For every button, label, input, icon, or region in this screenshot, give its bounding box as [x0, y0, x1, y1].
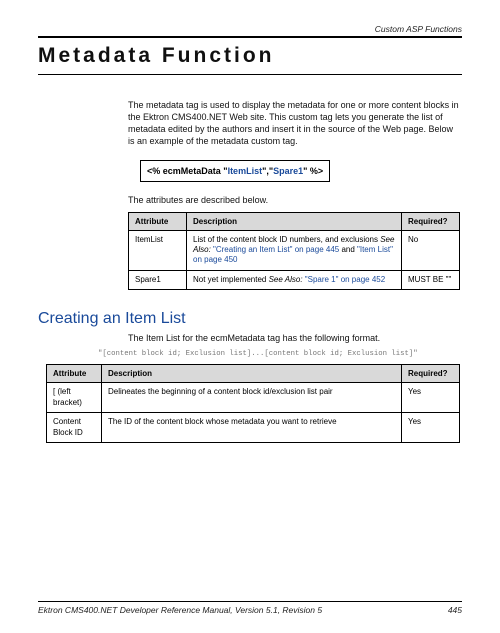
page-footer: Ektron CMS400.NET Developer Reference Ma…: [38, 601, 462, 615]
see-also: See Also:: [269, 275, 305, 284]
col-description: Description: [187, 212, 402, 230]
section-heading: Creating an Item List: [38, 310, 462, 328]
footer-title: Ektron CMS400.NET Developer Reference Ma…: [38, 605, 322, 615]
table-header-row: Attribute Description Required?: [47, 365, 460, 383]
page-number: 445: [448, 605, 462, 615]
rule-under-title: [38, 74, 462, 75]
col-required: Required?: [402, 365, 460, 383]
code-example-box: <% ecmMetaData "ItemList","Spare1" %>: [128, 156, 462, 186]
cell-desc: Delineates the beginning of a content bl…: [102, 383, 402, 413]
format-code: "[content block id; Exclusion list]...[c…: [98, 350, 462, 358]
attributes-table-1: Attribute Description Required? ItemList…: [128, 212, 460, 291]
cell-req: Yes: [402, 413, 460, 443]
table-row: Content Block ID The ID of the content b…: [47, 413, 460, 443]
cell-desc: The ID of the content block whose metada…: [102, 413, 402, 443]
code-suffix: " %>: [303, 166, 323, 176]
cell-req: MUST BE "": [402, 270, 460, 289]
col-required: Required?: [402, 212, 460, 230]
footer-rule: [38, 601, 462, 602]
col-attribute: Attribute: [129, 212, 187, 230]
cell-attr: Content Block ID: [47, 413, 102, 443]
table-header-row: Attribute Description Required?: [129, 212, 460, 230]
and-text: and: [339, 245, 357, 254]
intro-paragraph: The metadata tag is used to display the …: [128, 99, 462, 148]
section-intro: The Item List for the ecmMetadata tag ha…: [128, 332, 462, 344]
rule-top: [38, 36, 462, 38]
cell-attr: [ (left bracket): [47, 383, 102, 413]
col-attribute: Attribute: [47, 365, 102, 383]
desc-text: List of the content block ID numbers, an…: [193, 235, 380, 244]
code-link-spare1[interactable]: Spare1: [273, 166, 303, 176]
doc-link[interactable]: "Spare 1" on page 452: [305, 275, 385, 284]
table-row: ItemList List of the content block ID nu…: [129, 230, 460, 270]
attributes-table-2: Attribute Description Required? [ (left …: [46, 364, 460, 443]
cell-req: Yes: [402, 383, 460, 413]
attr-intro: The attributes are described below.: [128, 194, 462, 206]
desc-text: Not yet implemented: [193, 275, 269, 284]
col-description: Description: [102, 365, 402, 383]
cell-attr: ItemList: [129, 230, 187, 270]
doc-link[interactable]: "Creating an Item List" on page 445: [213, 245, 339, 254]
table-row: [ (left bracket) Delineates the beginnin…: [47, 383, 460, 413]
cell-desc: List of the content block ID numbers, an…: [187, 230, 402, 270]
table-row: Spare1 Not yet implemented See Also: "Sp…: [129, 270, 460, 289]
code-mid: ",": [262, 166, 273, 176]
cell-req: No: [402, 230, 460, 270]
code-link-itemlist[interactable]: ItemList: [228, 166, 263, 176]
running-head: Custom ASP Functions: [38, 24, 462, 34]
cell-desc: Not yet implemented See Also: "Spare 1" …: [187, 270, 402, 289]
page-title: Metadata Function: [38, 42, 462, 72]
cell-attr: Spare1: [129, 270, 187, 289]
code-prefix: <% ecmMetaData ": [147, 166, 228, 176]
